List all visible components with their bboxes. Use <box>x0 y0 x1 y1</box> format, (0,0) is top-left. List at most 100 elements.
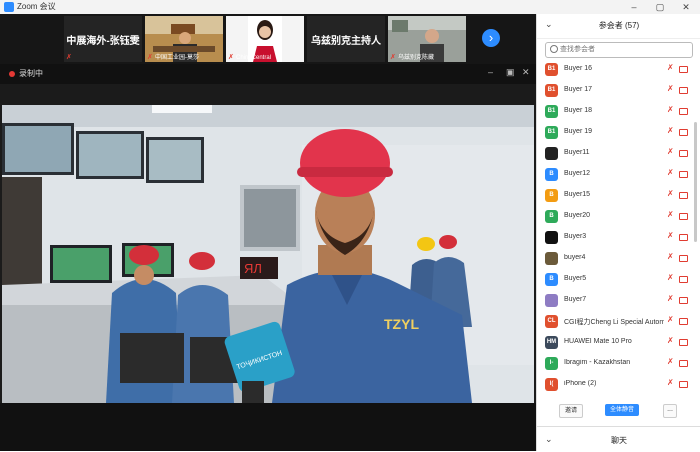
participants-header: ⌄ 参会者 (57) <box>537 14 700 39</box>
invite-button[interactable]: 邀请 <box>559 404 583 418</box>
video-off-icon[interactable] <box>679 381 688 388</box>
avatar: B1 <box>545 63 558 76</box>
muted-mic-icon[interactable]: ✗ <box>667 252 674 261</box>
video-off-icon[interactable] <box>679 150 688 157</box>
next-page-button[interactable]: › <box>482 29 500 47</box>
participant-row[interactable]: Buyer3 ✗ <box>537 228 693 246</box>
participant-name: Buyer5 <box>564 275 587 282</box>
participant-search-input[interactable] <box>560 44 688 55</box>
video-off-icon[interactable] <box>679 129 688 136</box>
video-off-icon[interactable] <box>679 339 688 346</box>
video-off-icon[interactable] <box>679 360 688 367</box>
participant-row[interactable]: CL CGI程力Cheng Li Special Autom... ✗ <box>537 312 693 330</box>
avatar: B <box>545 210 558 223</box>
jacket-text: TZYL <box>384 316 419 332</box>
video-off-icon[interactable] <box>679 87 688 94</box>
muted-mic-icon[interactable]: ✗ <box>667 294 674 303</box>
muted-mic-icon[interactable]: ✗ <box>667 168 674 177</box>
video-off-icon[interactable] <box>679 108 688 115</box>
participant-row[interactable]: B Buyer20 ✗ <box>537 207 693 225</box>
video-off-icon[interactable] <box>679 297 688 304</box>
participant-row[interactable]: I- Ibragim - Kazakhstan ✗ <box>537 354 693 372</box>
video-area: 中展海外-张钰雯 ✗ ✗ 中国工业园-莫莎 ✗ ChinaCentral 乌兹别… <box>0 14 536 451</box>
recording-dot-icon <box>9 71 15 77</box>
participant-name: Buyer7 <box>564 296 587 303</box>
avatar: B1 <box>545 105 558 118</box>
video-off-icon[interactable] <box>679 66 688 73</box>
muted-mic-icon[interactable]: ✗ <box>667 273 674 282</box>
muted-mic-icon: ✗ <box>66 54 72 61</box>
participant-row[interactable]: B1 Buyer 19 ✗ <box>537 123 693 141</box>
participant-row[interactable]: B Buyer5 ✗ <box>537 270 693 288</box>
muted-mic-icon: ✗ <box>390 54 396 61</box>
recording-status: 录制中 <box>19 69 43 78</box>
muted-mic-icon[interactable]: ✗ <box>667 336 674 345</box>
participant-list-scrollbar[interactable] <box>694 122 697 242</box>
muted-mic-icon[interactable]: ✗ <box>667 147 674 156</box>
participant-name: Buyer 17 <box>564 86 593 93</box>
thumbnail-video[interactable]: ✗ 中国工业园-莫莎 <box>145 16 223 62</box>
video-off-icon[interactable] <box>679 276 688 283</box>
participant-name: Buyer 18 <box>564 107 593 114</box>
participant-row[interactable]: Buyer7 ✗ <box>537 291 693 309</box>
participant-name: Buyer20 <box>564 212 591 219</box>
video-close-icon[interactable]: ✕ <box>522 67 530 78</box>
video-popout-icon[interactable]: ▣ <box>506 67 515 78</box>
participant-row[interactable]: B1 Buyer 16 ✗ <box>537 60 693 78</box>
muted-mic-icon[interactable]: ✗ <box>667 315 674 324</box>
thumbnail-video[interactable]: ✗ 乌兹别克陈藏 <box>388 16 466 62</box>
muted-mic-icon[interactable]: ✗ <box>667 84 674 93</box>
more-options-button[interactable]: ... <box>663 404 677 418</box>
avatar: HM <box>545 336 558 349</box>
avatar: I- <box>545 357 558 370</box>
video-off-icon[interactable] <box>679 234 688 241</box>
minimize-button[interactable]: – <box>624 0 644 14</box>
muted-mic-icon[interactable]: ✗ <box>667 378 674 387</box>
participant-name: Buyer 16 <box>564 65 593 72</box>
participant-list: B1 Buyer 16 ✗ B1 Buyer 17 ✗ B1 Buyer 18 ✗ B1 Bu… <box>537 60 700 398</box>
participant-row[interactable]: B Buyer12 ✗ <box>537 165 693 183</box>
avatar <box>545 147 558 160</box>
thumbnail-name-card[interactable]: 乌兹别克主持人 <box>307 16 385 62</box>
avatar: B <box>545 189 558 202</box>
muted-mic-icon[interactable]: ✗ <box>667 126 674 135</box>
participant-row[interactable]: B Buyer15 ✗ <box>537 186 693 204</box>
video-minimize-icon[interactable]: – <box>488 67 493 77</box>
participant-row[interactable]: buyer4 ✗ <box>537 249 693 267</box>
muted-mic-icon[interactable]: ✗ <box>667 105 674 114</box>
muted-mic-icon[interactable]: ✗ <box>667 63 674 72</box>
maximize-button[interactable]: ▢ <box>650 0 670 14</box>
video-off-icon[interactable] <box>679 171 688 178</box>
participant-row[interactable]: B1 Buyer 17 ✗ <box>537 81 693 99</box>
video-off-icon[interactable] <box>679 213 688 220</box>
chat-header[interactable]: ⌄ 聊天 <box>537 426 700 452</box>
participant-actions: 邀请 全体静音 ... <box>537 400 700 422</box>
participants-title: 参会者 (57) <box>598 21 640 30</box>
mute-all-button[interactable]: 全体静音 <box>605 404 639 416</box>
video-off-icon[interactable] <box>679 318 688 325</box>
muted-mic-icon: ✗ <box>147 54 153 61</box>
thumbnail-name: 乌兹别克主持人 <box>311 36 381 47</box>
thumbnail-label: ChinaCentral <box>236 55 272 61</box>
muted-mic-icon[interactable]: ✗ <box>667 210 674 219</box>
video-off-icon[interactable] <box>679 192 688 199</box>
avatar <box>545 231 558 244</box>
thumbnail-video[interactable]: ✗ ChinaCentral <box>226 16 304 62</box>
recording-bar: 录制中 – ▣ ✕ <box>0 64 536 84</box>
muted-mic-icon[interactable]: ✗ <box>667 231 674 240</box>
search-icon <box>550 45 558 53</box>
participant-row[interactable]: Buyer11 ✗ <box>537 144 693 162</box>
participant-search[interactable] <box>545 42 693 58</box>
participants-panel: ⌄ 参会者 (57) B1 Buyer 16 ✗ B1 Buyer 17 ✗ B1 Buy… <box>536 14 700 451</box>
participant-row[interactable]: B1 Buyer 18 ✗ <box>537 102 693 120</box>
participant-row[interactable]: HM HUAWEI Mate 10 Pro ✗ <box>537 333 693 351</box>
muted-mic-icon[interactable]: ✗ <box>667 357 674 366</box>
muted-mic-icon[interactable]: ✗ <box>667 189 674 198</box>
video-off-icon[interactable] <box>679 255 688 262</box>
svg-text:ЯЛ: ЯЛ <box>244 261 262 276</box>
participant-row[interactable]: I(iPhone (2) ✗ <box>537 375 693 393</box>
close-button[interactable]: ✕ <box>676 0 696 14</box>
muted-mic-icon: ✗ <box>228 54 234 61</box>
thumbnail-name-card[interactable]: 中展海外-张钰雯 ✗ <box>64 16 142 62</box>
zoom-logo-icon <box>4 2 14 12</box>
